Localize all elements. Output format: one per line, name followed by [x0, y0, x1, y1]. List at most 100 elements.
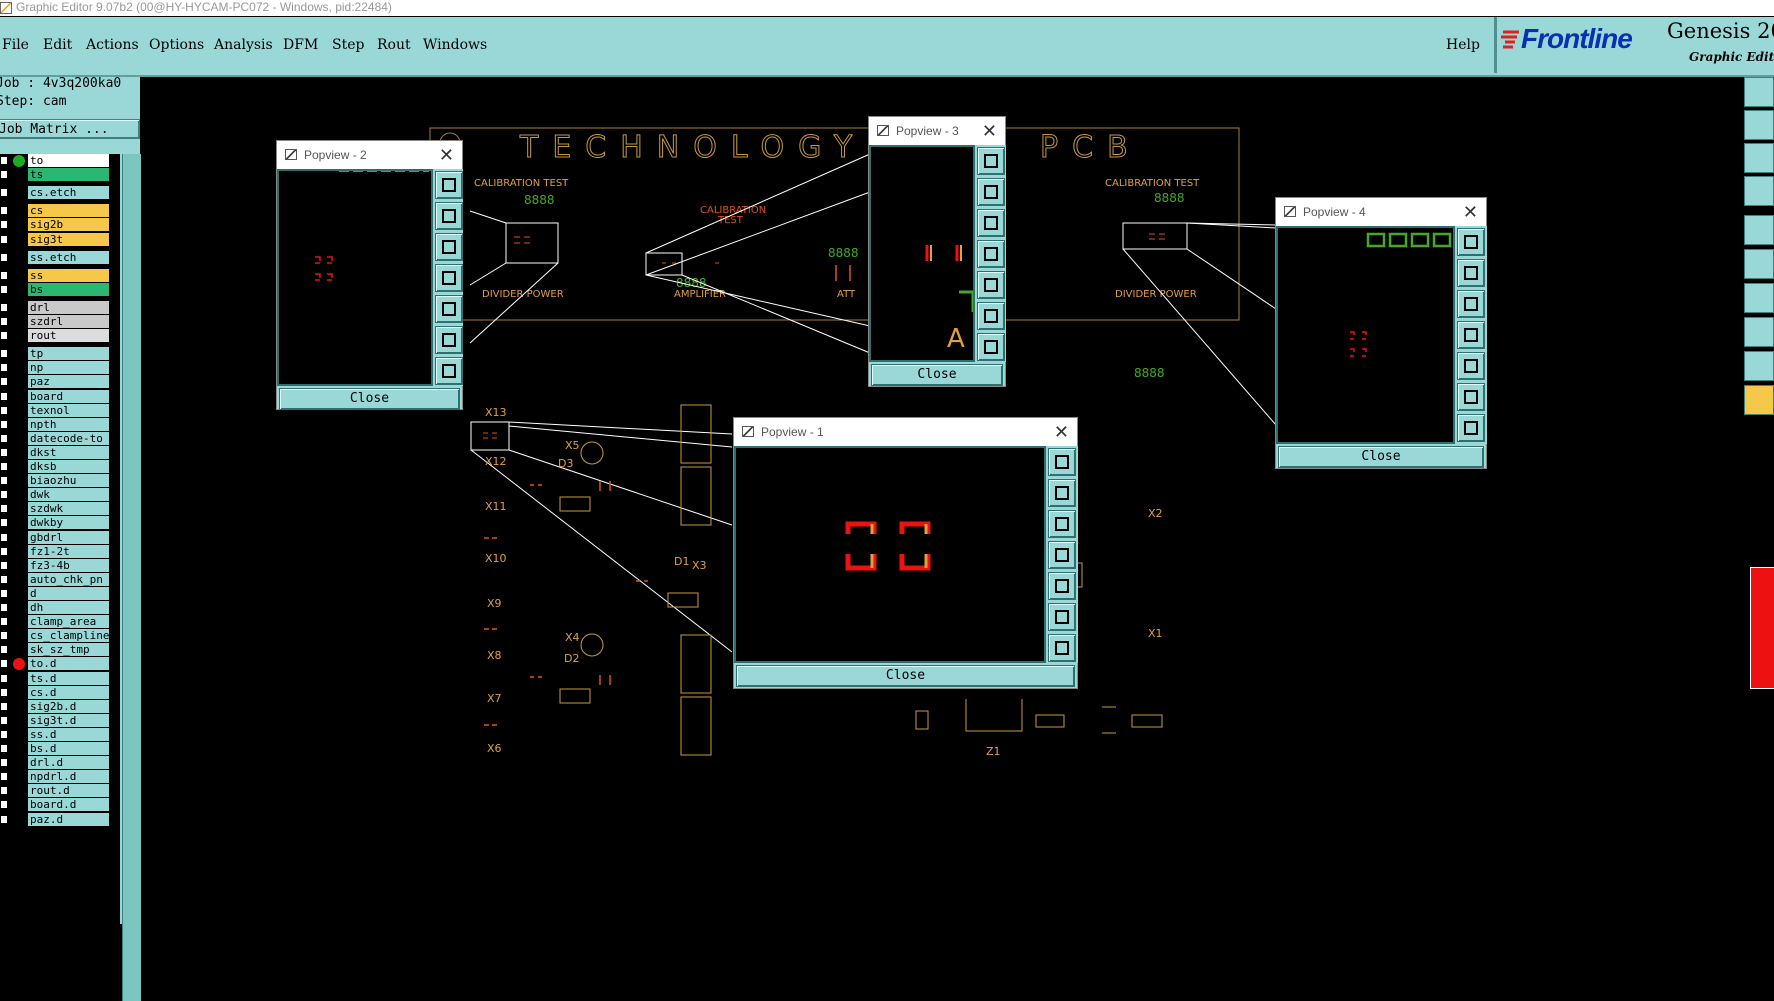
toolbar-button-2[interactable]	[1744, 110, 1774, 140]
toolbar-button-3[interactable]	[1744, 143, 1774, 173]
layer-name[interactable]: sk_sz_tmp	[28, 643, 109, 657]
layer-checkbox[interactable]	[0, 631, 8, 641]
layer-row[interactable]: cs_clampline	[0, 629, 120, 643]
layer-row[interactable]: texnol	[0, 403, 120, 418]
layer-checkbox[interactable]	[0, 252, 8, 262]
layer-checkbox[interactable]	[0, 673, 8, 683]
popview-tool-button[interactable]	[435, 357, 463, 385]
layer-row[interactable]: to.d	[0, 657, 120, 671]
layer-row[interactable]: board	[0, 389, 120, 404]
popview-tool-button[interactable]	[1457, 290, 1485, 318]
popview-tool-button[interactable]	[435, 264, 463, 292]
layer-checkbox[interactable]	[0, 504, 8, 514]
layer-row[interactable]: szdwk	[0, 502, 120, 516]
layer-row[interactable]: ss.etch	[0, 250, 120, 265]
layer-checkbox[interactable]	[0, 546, 8, 556]
layer-name[interactable]: tp	[28, 347, 109, 361]
layer-checkbox[interactable]	[0, 188, 8, 198]
layer-name[interactable]: fz1-2t	[28, 544, 109, 558]
menu-options[interactable]: Options	[149, 37, 204, 53]
layer-row[interactable]: dkst	[0, 445, 120, 460]
layer-row[interactable]: rout.d	[0, 784, 120, 798]
layer-row[interactable]: sig3t.d	[0, 713, 120, 728]
layer-checkbox[interactable]	[0, 729, 8, 739]
layer-name[interactable]: sig3t	[28, 232, 109, 246]
layer-name[interactable]: board	[28, 389, 109, 403]
close-icon[interactable]: ✕	[1054, 418, 1069, 446]
layer-name[interactable]: paz	[28, 375, 109, 389]
layer-row[interactable]: bs.d	[0, 742, 120, 756]
layer-name[interactable]: to.d	[28, 657, 109, 671]
layer-name[interactable]: szdrl	[28, 315, 109, 328]
toolbar-button-8[interactable]	[1744, 317, 1774, 347]
layer-checkbox[interactable]	[0, 302, 8, 312]
layer-name[interactable]: np	[28, 361, 109, 375]
layer-name[interactable]: gbdrl	[28, 530, 109, 544]
layer-checkbox[interactable]	[0, 349, 8, 359]
layer-checkbox[interactable]	[0, 645, 8, 655]
layer-checkbox[interactable]	[0, 377, 8, 387]
close-icon[interactable]: ✕	[982, 117, 997, 145]
layer-row[interactable]: datecode-to	[0, 431, 120, 446]
layer-name[interactable]: dh	[28, 601, 109, 614]
popview-tool-button[interactable]	[977, 271, 1005, 299]
layer-name[interactable]: ss	[28, 268, 109, 282]
layer-name[interactable]: cs.d	[28, 685, 109, 699]
layer-checkbox[interactable]	[0, 603, 8, 612]
popview-tool-button[interactable]	[435, 295, 463, 323]
layer-row[interactable]: dh	[0, 601, 120, 615]
popview-tool-button[interactable]	[977, 333, 1005, 361]
popview-2-view[interactable]	[277, 169, 433, 386]
layer-name[interactable]: dkst	[28, 445, 109, 459]
popview-tool-button[interactable]	[435, 171, 463, 199]
layer-name[interactable]: drl	[28, 300, 109, 314]
layer-name[interactable]: d	[28, 586, 109, 600]
layer-row[interactable]: npth	[0, 417, 120, 432]
layer-checkbox[interactable]	[0, 419, 8, 429]
layer-checkbox[interactable]	[0, 405, 8, 415]
popview-tool-button[interactable]	[1457, 414, 1485, 442]
popview-3-close-button[interactable]: Close	[871, 364, 1003, 386]
layer-checkbox[interactable]	[0, 744, 8, 753]
toolbar-button-5[interactable]	[1744, 215, 1774, 245]
layer-name[interactable]: dwkby	[28, 516, 109, 530]
layer-name[interactable]: ss.etch	[28, 250, 109, 264]
layer-row[interactable]: to	[0, 154, 120, 168]
layer-checkbox[interactable]	[0, 772, 8, 782]
layer-row[interactable]: ts.d	[0, 671, 120, 686]
layer-checkbox[interactable]	[0, 331, 8, 341]
layer-name[interactable]: rout.d	[28, 784, 109, 798]
layer-name[interactable]: auto_chk_pn	[28, 572, 109, 586]
layer-checkbox[interactable]	[0, 574, 8, 584]
layer-row[interactable]: sig2b.d	[0, 699, 120, 714]
layer-name[interactable]: ss.d	[28, 727, 109, 741]
layer-checkbox[interactable]	[0, 701, 8, 711]
popview-tool-button[interactable]	[1457, 321, 1485, 349]
popview-tool-button[interactable]	[1048, 510, 1076, 538]
layer-checkbox[interactable]	[0, 659, 8, 669]
layer-row[interactable]: cs.d	[0, 685, 120, 700]
layer-checkbox[interactable]	[0, 560, 8, 570]
layer-name[interactable]: dwk	[28, 488, 109, 502]
layer-row[interactable]: ts	[0, 168, 120, 182]
layer-checkbox[interactable]	[0, 220, 8, 230]
pointer-tool-button[interactable]	[1744, 385, 1774, 415]
layer-row[interactable]: sig2b	[0, 218, 120, 232]
close-icon[interactable]: ✕	[439, 141, 454, 169]
layer-checkbox[interactable]	[0, 490, 8, 500]
toolbar-button-1[interactable]	[1744, 77, 1774, 107]
layer-row[interactable]: paz	[0, 375, 120, 389]
layer-row[interactable]: board.d	[0, 798, 120, 812]
popview-tool-button[interactable]	[1457, 259, 1485, 287]
close-icon[interactable]: ✕	[1463, 198, 1478, 226]
layer-checkbox[interactable]	[0, 687, 8, 697]
layer-row[interactable]: np	[0, 361, 120, 375]
menu-step[interactable]: Step	[332, 37, 364, 53]
layer-checkbox[interactable]	[0, 588, 8, 598]
popview-tool-button[interactable]	[1048, 603, 1076, 631]
layer-checkbox[interactable]	[0, 617, 8, 627]
layer-row[interactable]: drl	[0, 300, 120, 315]
menu-actions[interactable]: Actions	[86, 37, 139, 53]
layer-row[interactable]: d	[0, 586, 120, 601]
toolbar-button-9[interactable]	[1744, 351, 1774, 381]
